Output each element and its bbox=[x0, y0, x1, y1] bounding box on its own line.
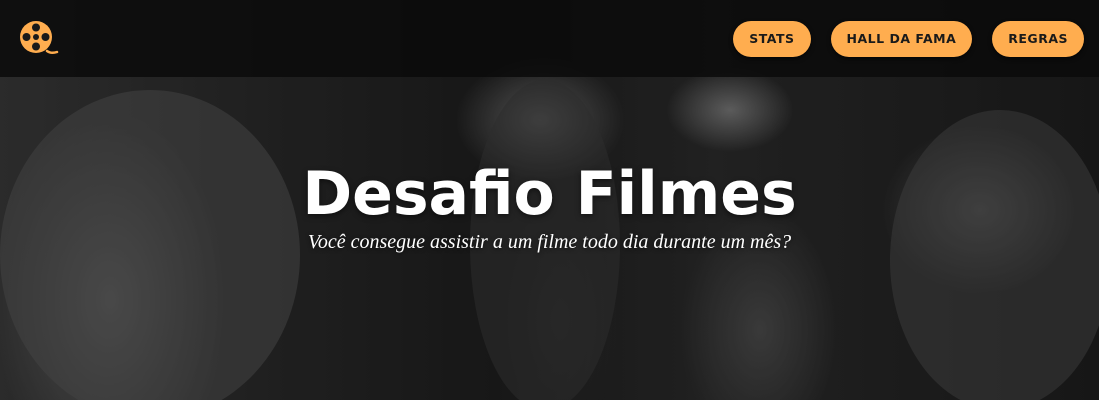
page-title: Desafio Filmes bbox=[302, 159, 797, 229]
top-navbar: STATS HALL DA FAMA REGRAS bbox=[0, 0, 1099, 77]
stats-button[interactable]: STATS bbox=[733, 20, 811, 57]
main-nav: STATS HALL DA FAMA REGRAS bbox=[733, 20, 1084, 57]
hall-of-fame-button[interactable]: HALL DA FAMA bbox=[830, 20, 973, 57]
rules-button[interactable]: REGRAS bbox=[992, 20, 1084, 57]
film-reel-icon[interactable] bbox=[17, 18, 59, 60]
page-subtitle: Você consegue assistir a um filme todo d… bbox=[307, 231, 792, 253]
film-reel-icon-graphic bbox=[20, 20, 59, 54]
hero-banner: STATS HALL DA FAMA REGRAS Desafio Filmes… bbox=[0, 0, 1099, 400]
